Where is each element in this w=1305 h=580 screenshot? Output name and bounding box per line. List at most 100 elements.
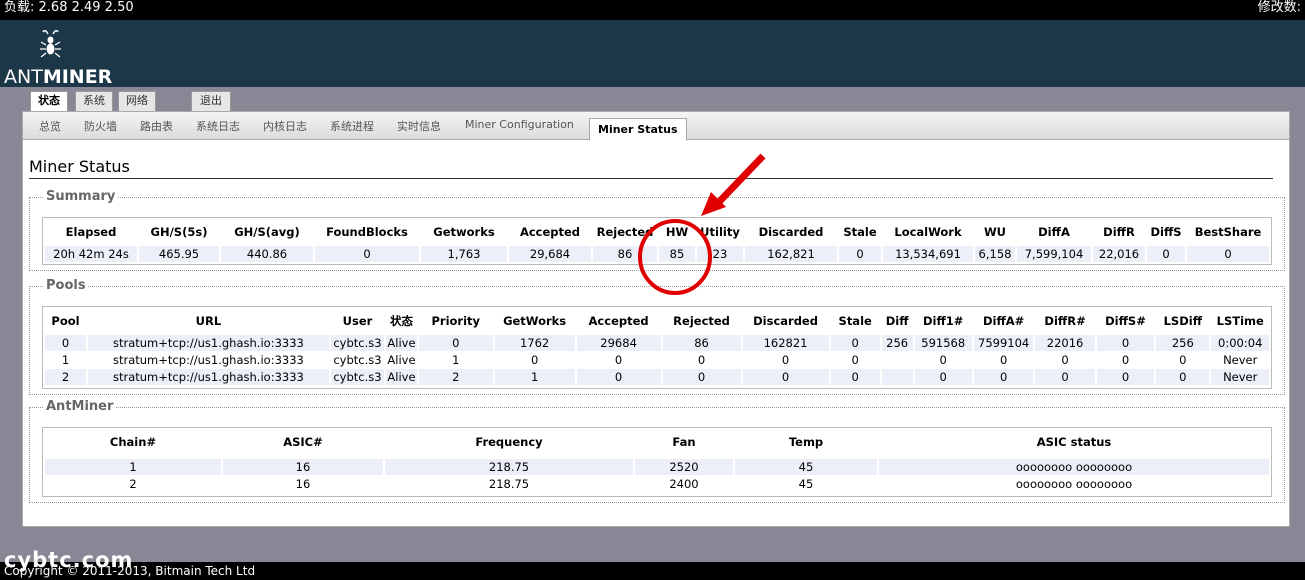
antminer-legend: AntMiner	[44, 399, 116, 414]
pool-cell: 0	[742, 369, 829, 385]
antminer-header: Temp	[788, 435, 824, 449]
chain-cell: 45	[735, 476, 877, 492]
pool-cell: 0	[45, 335, 86, 351]
summary-cell: 0	[839, 246, 881, 262]
pool-cell: Alive	[386, 369, 417, 385]
subtab-miner-configuration[interactable]: Miner Configuration	[465, 118, 574, 131]
logo-ant: ANT	[4, 66, 43, 88]
tab-status[interactable]: 状态	[30, 91, 68, 113]
pools-header: URL	[195, 314, 222, 328]
pool-cell: Never	[1211, 352, 1269, 368]
summary-header: BestShare	[1194, 225, 1262, 239]
chain-cell: oooooooo oooooooo	[879, 459, 1269, 475]
pools-header: 状态	[389, 314, 413, 328]
summary-cell: 162,821	[745, 246, 837, 262]
pools-header: GetWorks	[503, 314, 567, 328]
summary-header: LocalWork	[894, 225, 962, 239]
summary-cell: 6,158	[975, 246, 1015, 262]
pool-cell: 591568	[914, 335, 972, 351]
pool-cell: stratum+tcp://us1.ghash.io:3333	[87, 369, 329, 385]
pool-row: 2 stratum+tcp://us1.ghash.io:3333 cybtc.…	[45, 369, 1269, 385]
summary-header: Utility	[700, 225, 740, 239]
pools-header: Discarded	[753, 314, 818, 328]
pool-cell: 0	[1096, 352, 1155, 368]
pools-header: DiffS#	[1105, 314, 1146, 328]
changes-label[interactable]: 修改数:	[1258, 0, 1301, 16]
pool-cell: Alive	[386, 335, 417, 351]
pool-cell: Never	[1211, 369, 1269, 385]
page-title: Miner Status	[29, 157, 130, 176]
subtab-syslog[interactable]: 系统日志	[196, 118, 240, 134]
pool-cell: 0	[1156, 352, 1210, 368]
sub-tabs: 总览 防火墙 路由表 系统日志 内核日志 系统进程 实时信息 Miner Con…	[23, 112, 1289, 141]
antminer-header: Chain#	[109, 435, 157, 449]
pools-header: Pool	[51, 314, 80, 328]
tab-network[interactable]: 网络	[118, 91, 156, 111]
summary-header: DiffA	[1038, 225, 1070, 239]
chain-cell: oooooooo oooooooo	[879, 476, 1269, 492]
pool-cell: 0	[418, 335, 493, 351]
summary-header: Getworks	[433, 225, 495, 239]
chain-cell: 2400	[635, 476, 733, 492]
summary-cell: 7,599,104	[1017, 246, 1091, 262]
subtab-firewall[interactable]: 防火墙	[84, 118, 117, 134]
pool-cell: 0	[1156, 369, 1210, 385]
pool-cell: 2	[45, 369, 86, 385]
chain-row: 2 16 218.75 2400 45 oooooooo oooooooo	[45, 476, 1269, 492]
logo-miner: MINER	[42, 66, 113, 88]
pool-cell: cybtc.s3	[330, 335, 385, 351]
pool-cell: 0:00:04	[1211, 335, 1269, 351]
pools-table: Pool URL User 状态 Priority GetWorks Accep…	[43, 307, 1271, 386]
subtab-realtime[interactable]: 实时信息	[397, 118, 441, 134]
pools-header: User	[342, 314, 373, 328]
pool-cell: 29684	[576, 335, 661, 351]
antminer-header-row: Chain# ASIC# Frequency Fan Temp ASIC sta…	[45, 429, 1269, 455]
chain-cell: 218.75	[385, 459, 633, 475]
summary-header: GH/S(avg)	[234, 225, 300, 239]
pools-header: LSDiff	[1163, 314, 1203, 328]
summary-cell: 22,016	[1093, 246, 1145, 262]
tab-system[interactable]: 系统	[75, 91, 113, 111]
summary-cell-hw: 85	[659, 246, 695, 262]
subtab-overview[interactable]: 总览	[39, 118, 61, 134]
status-bar: 负载: 2.68 2.49 2.50 修改数:	[0, 0, 1305, 20]
summary-section: Summary Elapsed GH/S(5s) GH/S(avg) Found…	[29, 189, 1285, 271]
subtab-routes[interactable]: 路由表	[140, 118, 173, 134]
summary-header: DiffR	[1103, 225, 1135, 239]
chain-cell: 16	[223, 459, 383, 475]
pool-cell: 0	[914, 369, 972, 385]
pool-cell: stratum+tcp://us1.ghash.io:3333	[87, 335, 329, 351]
pool-cell: 0	[830, 335, 880, 351]
pools-header: DiffA#	[982, 314, 1025, 328]
summary-table: Elapsed GH/S(5s) GH/S(avg) FoundBlocks G…	[43, 218, 1271, 263]
subtab-kernel-log[interactable]: 内核日志	[263, 118, 307, 134]
antminer-section: AntMiner Chain# ASIC# Frequency Fan Temp…	[29, 399, 1285, 503]
pool-cell: 1	[45, 352, 86, 368]
summary-legend: Summary	[44, 189, 118, 204]
pools-legend: Pools	[44, 278, 88, 293]
content-panel: 总览 防火墙 路由表 系统日志 内核日志 系统进程 实时信息 Miner Con…	[22, 111, 1290, 527]
summary-cell: 0	[315, 246, 419, 262]
antminer-header: Fan	[672, 435, 696, 449]
pool-cell: 0	[830, 369, 880, 385]
summary-table-wrap: Elapsed GH/S(5s) GH/S(avg) FoundBlocks G…	[42, 217, 1272, 265]
chain-cell: 1	[45, 459, 221, 475]
subtab-processes[interactable]: 系统进程	[330, 118, 374, 134]
header: ANTMINER	[0, 20, 1305, 88]
pool-cell: 7599104	[973, 335, 1034, 351]
chain-cell: 45	[735, 459, 877, 475]
pool-cell: 22016	[1035, 335, 1095, 351]
watermark: cybtc.com	[4, 548, 134, 572]
subtab-miner-status[interactable]: Miner Status	[589, 118, 687, 141]
load-label: 负载:	[4, 0, 35, 15]
antminer-header: ASIC#	[283, 435, 323, 449]
summary-header: FoundBlocks	[326, 225, 408, 239]
summary-cell: 465.95	[139, 246, 219, 262]
pool-cell: 0	[914, 352, 972, 368]
pool-cell: cybtc.s3	[330, 369, 385, 385]
summary-header: GH/S(5s)	[150, 225, 208, 239]
pool-cell: 256	[881, 335, 913, 351]
summary-cell: 23	[697, 246, 743, 262]
antminer-header: ASIC status	[1036, 435, 1112, 449]
tab-logout[interactable]: 退出	[191, 91, 231, 111]
